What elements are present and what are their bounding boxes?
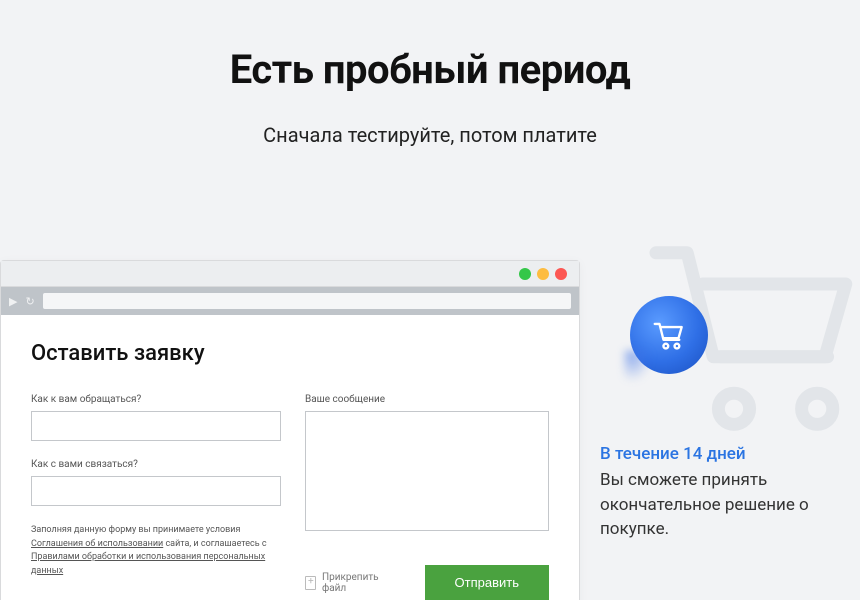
- window-controls: [519, 268, 567, 280]
- message-input[interactable]: [305, 411, 549, 531]
- feature-icon-circle: [630, 296, 708, 374]
- cart-icon: [650, 316, 688, 354]
- attach-file-label: Прикрепить файл: [322, 572, 397, 594]
- browser-titlebar: [1, 261, 579, 287]
- contact-label: Как с вами связаться?: [31, 459, 281, 470]
- legal-mid: сайта, и соглашаетесь с: [163, 539, 266, 549]
- name-label: Как к вам обращаться?: [31, 394, 281, 405]
- attach-file-icon: [305, 576, 316, 590]
- hero-title: Есть пробный период: [0, 46, 860, 93]
- form-title: Оставить заявку: [31, 341, 549, 366]
- url-bar[interactable]: [43, 293, 571, 309]
- play-icon[interactable]: ▶: [9, 296, 17, 307]
- feature-body: Вы сможете принять окончательное решение…: [600, 468, 810, 542]
- message-label: Ваше сообщение: [305, 394, 549, 405]
- privacy-link[interactable]: Правилами обработки и использования перс…: [31, 552, 265, 576]
- feature-block: В течение 14 дней Вы сможете принять око…: [600, 296, 810, 542]
- browser-toolbar: ▶ ↻: [1, 287, 579, 315]
- feature-headline: В течение 14 дней: [600, 444, 810, 464]
- legal-text: Заполняя данную форму вы принимаете усло…: [31, 524, 281, 578]
- contact-input[interactable]: [31, 476, 281, 506]
- close-icon[interactable]: [555, 268, 567, 280]
- terms-link[interactable]: Соглашения об использовании: [31, 539, 163, 549]
- legal-prefix: Заполняя данную форму вы принимаете усло…: [31, 525, 240, 535]
- minimize-icon[interactable]: [519, 268, 531, 280]
- maximize-icon[interactable]: [537, 268, 549, 280]
- name-input[interactable]: [31, 411, 281, 441]
- refresh-icon[interactable]: ↻: [25, 296, 34, 307]
- attach-file-button[interactable]: Прикрепить файл: [305, 572, 397, 594]
- hero-subtitle: Сначала тестируйте, потом платите: [0, 123, 860, 147]
- browser-body: Оставить заявку Как к вам обращаться? Ка…: [1, 315, 579, 600]
- browser-window: ▶ ↻ Оставить заявку Как к вам обращаться…: [0, 260, 580, 600]
- submit-button[interactable]: Отправить: [425, 565, 549, 600]
